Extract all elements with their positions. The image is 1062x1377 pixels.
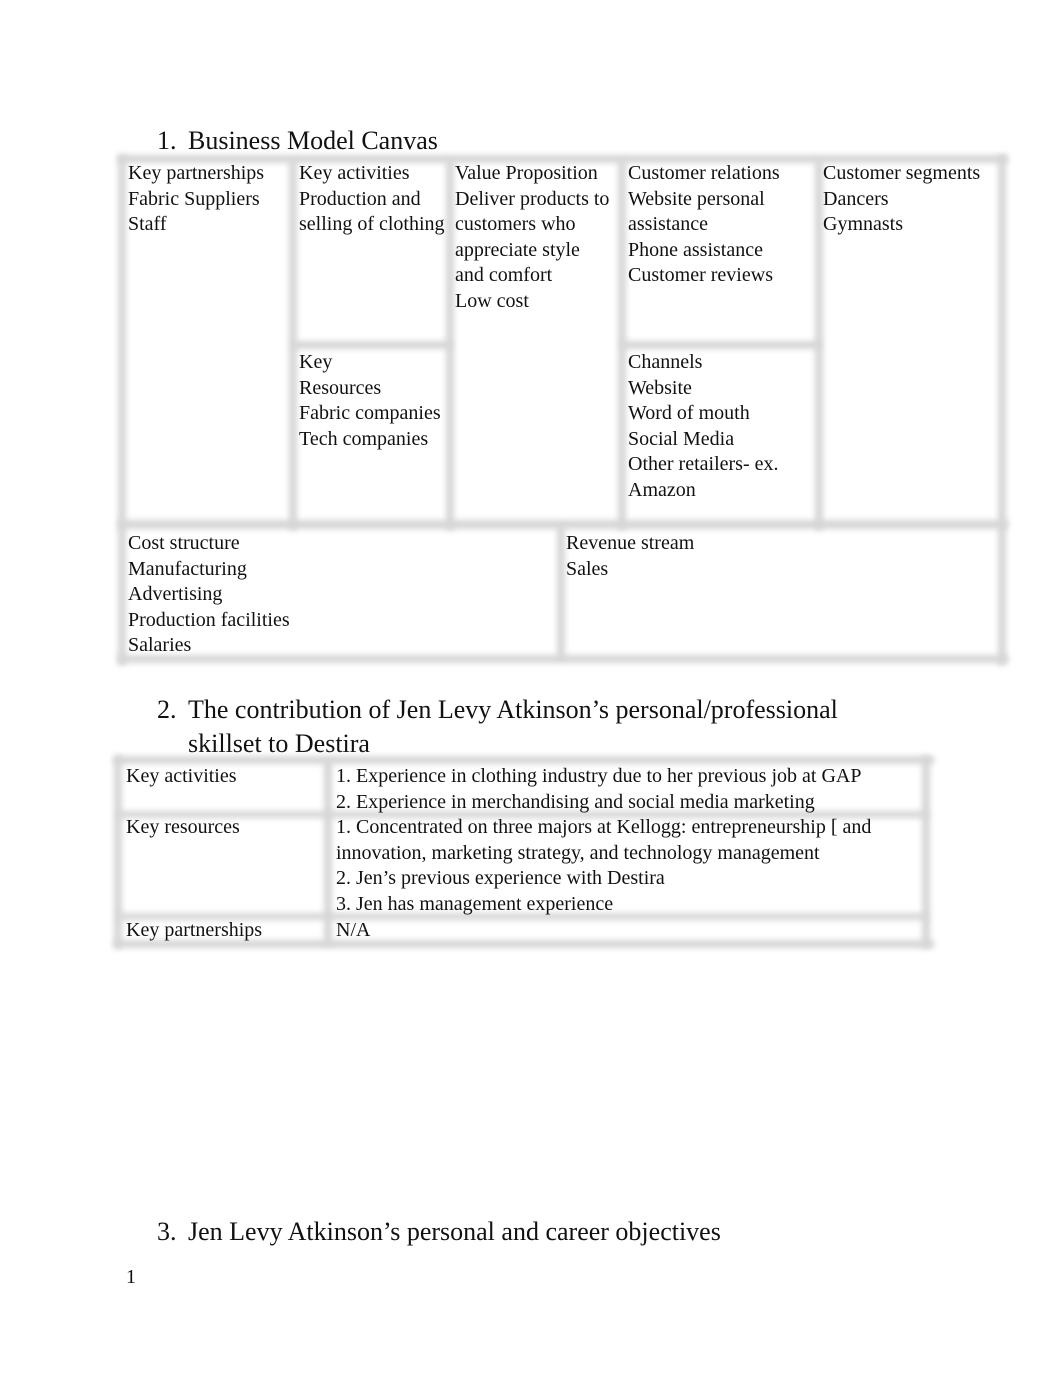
customer-relations-cell: Customer relations Website personal assi… <box>628 161 780 289</box>
table-cell-line: 3. Jen has management experience <box>336 892 614 915</box>
canvas-divider <box>621 341 821 349</box>
cell-item: Sales <box>566 557 609 580</box>
cell-item: Tech companies <box>299 427 429 450</box>
cell-item: Website personal <box>628 187 765 210</box>
section-2-heading: 2. The contribution of Jen Levy Atkinson’… <box>157 693 917 761</box>
cost-structure-cell: Cost structure Manufacturing Advertising… <box>128 531 290 659</box>
table-row-label: Key resources <box>126 816 240 838</box>
cell-item: Fabric companies <box>299 402 441 425</box>
cell-item: Gymnasts <box>823 213 903 236</box>
section-1-heading: 1. Business Model Canvas <box>157 124 438 158</box>
table-row-content: N/A <box>336 918 370 944</box>
cell-item: Amazon <box>628 478 696 501</box>
section-number: 2. <box>157 695 177 724</box>
section-3-heading: 3. Jen Levy Atkinson’s personal and caree… <box>157 1215 721 1249</box>
cell-item: Social Media <box>628 427 735 450</box>
key-partnerships-cell: Key partnerships Fabric Suppliers Staff <box>128 161 264 238</box>
canvas-divider <box>292 341 452 349</box>
canvas-border-right <box>998 155 1006 665</box>
cell-item: Manufacturing <box>128 557 247 580</box>
cell-item: Low cost <box>455 289 529 312</box>
key-resources-cell: Key Resources Fabric companies Tech comp… <box>299 350 441 452</box>
cell-item: appreciate style <box>455 238 580 261</box>
cell-item: Production and <box>299 187 421 210</box>
cell-title: Revenue stream <box>566 532 695 554</box>
section-title: The contribution of Jen Levy Atkinson’s … <box>188 695 838 758</box>
section-title: Jen Levy Atkinson’s personal and career … <box>188 1217 721 1246</box>
cell-title: Channels <box>628 351 703 373</box>
cell-title: Value Proposition <box>455 162 598 184</box>
cell-title: Key <box>299 351 333 373</box>
cell-item: Deliver products to <box>455 187 610 210</box>
cell-item: Website <box>628 376 692 399</box>
cell-title: Customer segments <box>823 162 981 184</box>
cell-item: Fabric Suppliers <box>128 187 260 210</box>
channels-cell: Channels Website Word of mouth Social Me… <box>628 350 778 504</box>
canvas-border-left <box>118 155 126 665</box>
table-row-label: Key activities <box>126 765 237 787</box>
cell-item: and comfort <box>455 264 553 287</box>
cell-title: Cost structure <box>128 532 240 554</box>
cell-item: Other retailers- ex. <box>628 453 779 476</box>
table-cell-line: 1. Experience in clothing industry due t… <box>336 765 862 787</box>
customer-segments-cell: Customer segments Dancers Gymnasts <box>823 161 980 238</box>
table-cell-line: 1. Concentrated on three majors at Kello… <box>336 816 872 838</box>
canvas-divider <box>557 525 565 660</box>
cell-item: assistance <box>628 213 708 236</box>
table-cell-line: 2. Experience in merchandising and socia… <box>336 790 815 813</box>
table-cell-line: innovation, marketing strategy, and tech… <box>336 841 820 864</box>
table-row-content: 1. Experience in clothing industry due t… <box>336 764 861 815</box>
cell-item: Staff <box>128 213 167 236</box>
cell-item: Customer reviews <box>628 264 773 287</box>
cell-title: Key partnerships <box>128 162 265 184</box>
value-proposition-cell: Value Proposition Deliver products to cu… <box>455 161 609 315</box>
section-title: Business Model Canvas <box>188 126 438 155</box>
section-number: 3. <box>157 1217 177 1246</box>
section-number: 1. <box>157 126 177 155</box>
cell-item: selling of clothing <box>299 213 445 236</box>
key-activities-cell: Key activities Production and selling of… <box>299 161 445 238</box>
table-cell-line: 2. Jen’s previous experience with Destir… <box>336 867 665 890</box>
cell-title: Key activities <box>299 162 410 184</box>
cell-item: Salaries <box>128 634 192 657</box>
table-row-content: 1. Concentrated on three majors at Kello… <box>336 815 871 917</box>
cell-item: customers who <box>455 213 576 236</box>
revenue-stream-cell: Revenue stream Sales <box>566 531 694 582</box>
cell-title: Resources <box>299 376 382 399</box>
cell-title: Customer relations <box>628 162 780 184</box>
cell-item: Phone assistance <box>628 238 763 261</box>
table-border-top <box>114 756 934 764</box>
page-number: 1 <box>126 1266 136 1288</box>
cell-item: Dancers <box>823 187 889 210</box>
table-row-label: Key partnerships <box>126 919 263 941</box>
cell-item: Word of mouth <box>628 402 750 425</box>
table-cell-line: N/A <box>336 919 371 941</box>
cell-item: Production facilities <box>128 608 290 631</box>
cell-item: Advertising <box>128 583 223 606</box>
